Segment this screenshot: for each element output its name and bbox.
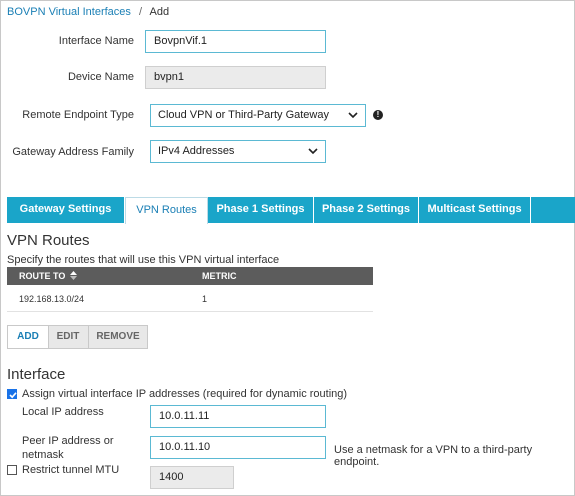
interface-name-input[interactable]: BovpnVif.1 bbox=[145, 30, 326, 53]
restrict-mtu-label[interactable]: Restrict tunnel MTU bbox=[22, 464, 119, 476]
vpn-routes-description: Specify the routes that will use this VP… bbox=[7, 254, 280, 266]
peer-ip-input[interactable]: 10.0.11.10 bbox=[150, 436, 326, 459]
chevron-down-icon bbox=[308, 148, 318, 155]
remote-endpoint-type-select[interactable]: Cloud VPN or Third-Party Gateway bbox=[150, 104, 366, 127]
routes-table-header: ROUTE TO METRIC bbox=[7, 267, 373, 285]
gateway-address-family-select[interactable]: IPv4 Addresses bbox=[150, 140, 326, 163]
checkmark-icon bbox=[9, 392, 17, 399]
tab-bar: Gateway Settings VPN Routes Phase 1 Sett… bbox=[7, 197, 575, 224]
breadcrumb-separator: / bbox=[138, 6, 143, 18]
add-button[interactable]: ADD bbox=[8, 326, 49, 348]
info-icon[interactable]: ! bbox=[373, 110, 383, 120]
restrict-mtu-checkbox[interactable] bbox=[7, 465, 17, 475]
tab-phase-2-settings[interactable]: Phase 2 Settings bbox=[314, 197, 419, 223]
assign-ip-checkbox[interactable] bbox=[7, 389, 17, 399]
tab-phase-1-settings[interactable]: Phase 1 Settings bbox=[208, 197, 314, 223]
breadcrumb-current: Add bbox=[149, 6, 170, 18]
local-ip-label: Local IP address bbox=[22, 406, 104, 418]
breadcrumb-link-bovpn-virtual-interfaces[interactable]: BOVPN Virtual Interfaces bbox=[7, 6, 131, 18]
sort-icon bbox=[69, 271, 77, 280]
interface-title: Interface bbox=[7, 366, 66, 383]
remote-endpoint-type-label: Remote Endpoint Type bbox=[22, 109, 134, 121]
remote-endpoint-type-value: Cloud VPN or Third-Party Gateway bbox=[158, 109, 329, 121]
tab-multicast-settings[interactable]: Multicast Settings bbox=[419, 197, 531, 223]
breadcrumb: BOVPN Virtual Interfaces / Add bbox=[7, 6, 169, 18]
device-name-input: bvpn1 bbox=[145, 66, 326, 89]
edit-button[interactable]: EDIT bbox=[48, 326, 89, 348]
gateway-address-family-value: IPv4 Addresses bbox=[158, 145, 235, 157]
interface-name-label: Interface Name bbox=[58, 35, 134, 47]
vpn-routes-title: VPN Routes bbox=[7, 232, 90, 249]
chevron-down-icon bbox=[348, 112, 358, 119]
column-header-route-to[interactable]: ROUTE TO bbox=[19, 267, 77, 285]
tab-vpn-routes[interactable]: VPN Routes bbox=[125, 197, 208, 224]
routes-button-group: ADD EDIT REMOVE bbox=[7, 325, 148, 349]
cell-metric: 1 bbox=[202, 294, 208, 304]
tab-gateway-settings[interactable]: Gateway Settings bbox=[7, 197, 125, 223]
mtu-input: 1400 bbox=[150, 466, 234, 489]
gateway-address-family-label: Gateway Address Family bbox=[12, 146, 134, 158]
peer-ip-hint: Use a netmask for a VPN to a third-party… bbox=[334, 444, 533, 468]
peer-ip-label: Peer IP address or netmask bbox=[22, 435, 114, 461]
table-row[interactable]: 192.168.13.0/24 1 bbox=[7, 285, 373, 312]
device-name-label: Device Name bbox=[67, 71, 134, 83]
cell-route-to: 192.168.13.0/24 bbox=[19, 294, 85, 304]
assign-ip-label[interactable]: Assign virtual interface IP addresses (r… bbox=[22, 388, 347, 400]
local-ip-input[interactable]: 10.0.11.11 bbox=[150, 405, 326, 428]
remove-button[interactable]: REMOVE bbox=[89, 326, 147, 348]
column-header-metric[interactable]: METRIC bbox=[202, 267, 237, 285]
